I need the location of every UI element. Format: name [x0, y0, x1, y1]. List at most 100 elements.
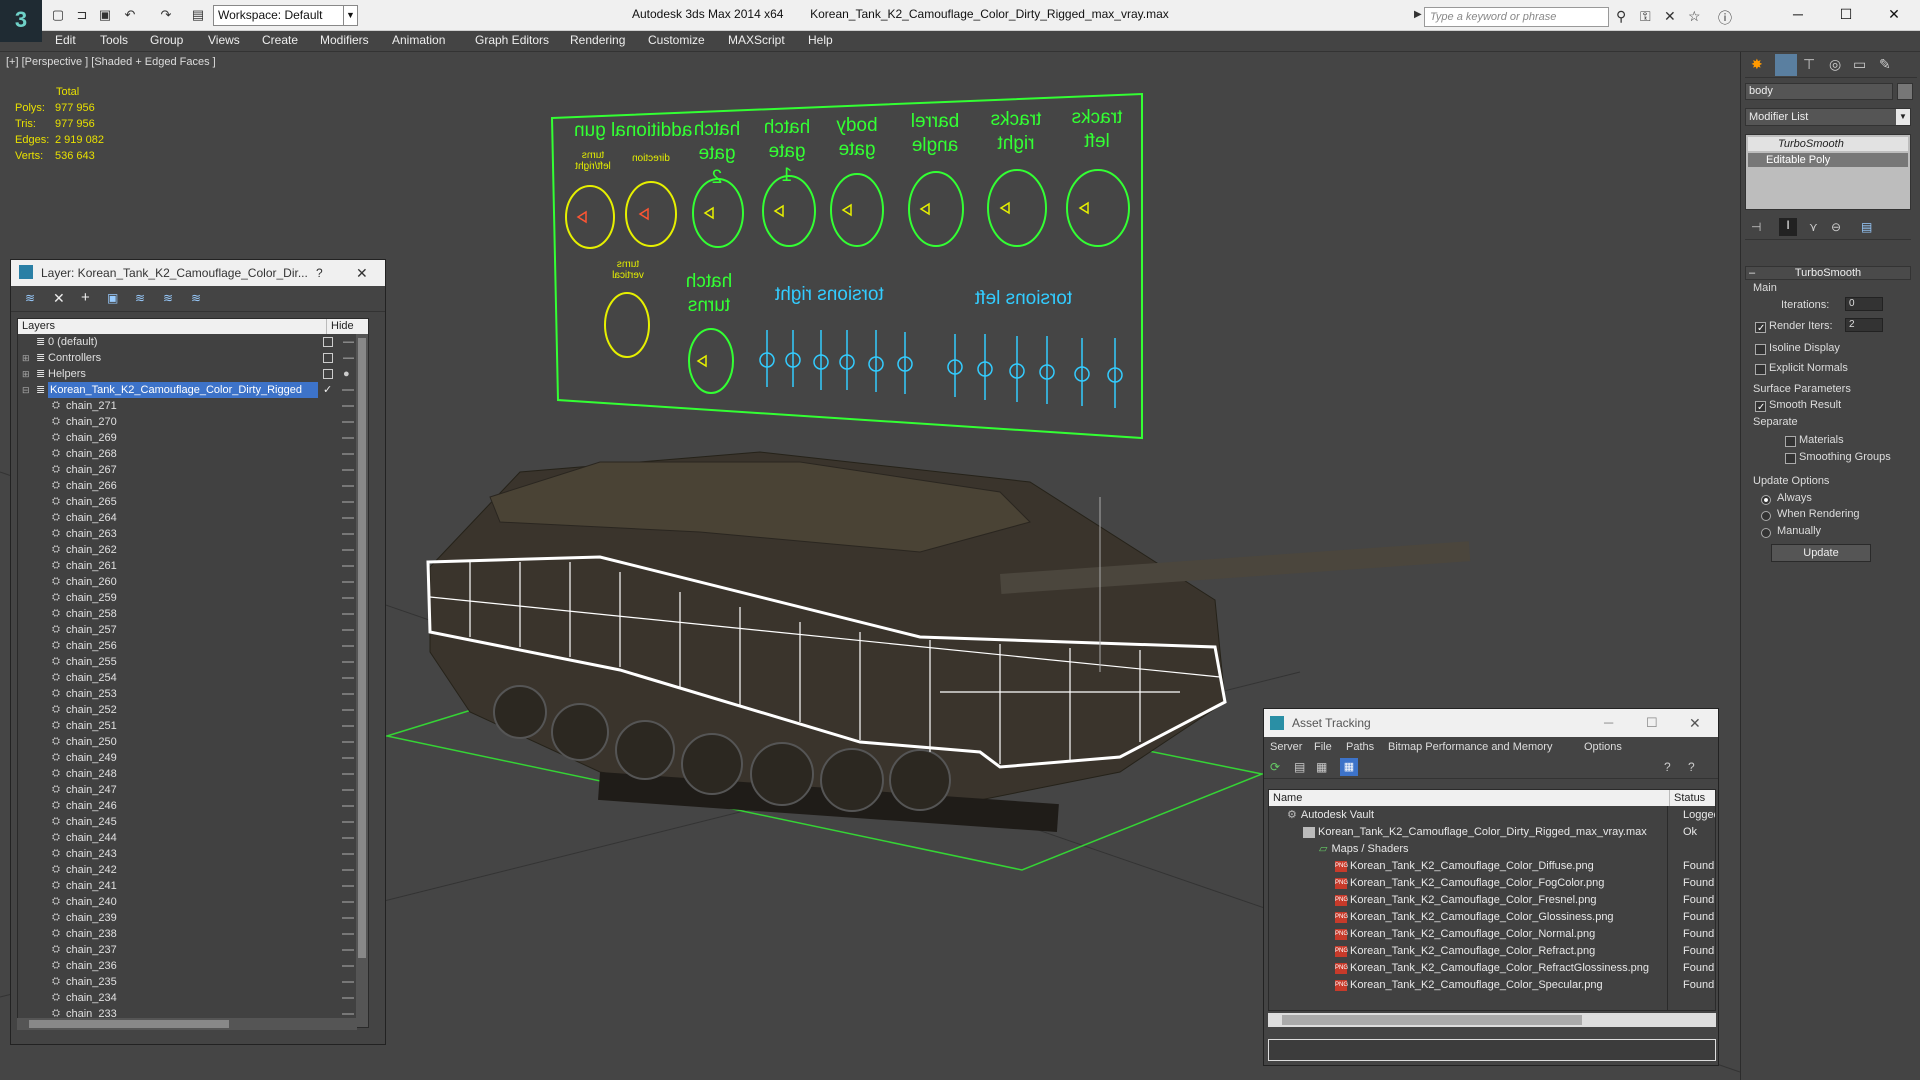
when-rendering-radio[interactable]	[1761, 508, 1771, 522]
active-check-icon[interactable]: ✓	[323, 382, 332, 398]
make-unique-icon[interactable]: ⋎	[1809, 220, 1818, 234]
layer-horizontal-scrollbar[interactable]	[17, 1018, 357, 1030]
asset-row-map[interactable]: PNG Korean_Tank_K2_Camouflage_Color_FogCo…	[1269, 875, 1715, 892]
hierarchy-tab-icon[interactable]: ⊤	[1803, 56, 1815, 73]
col-status-header[interactable]: Status	[1669, 790, 1705, 806]
menu-rendering[interactable]: Rendering	[570, 33, 625, 47]
layer-vertical-scrollbar[interactable]	[356, 334, 368, 1027]
asset-menu-bitmap-performance-and-memory[interactable]: Bitmap Performance and Memory	[1388, 737, 1552, 757]
layer-child-row[interactable]: ⛭ chain_267	[18, 462, 358, 478]
details-view-icon[interactable]: ▦	[1316, 760, 1327, 774]
asset-row-map[interactable]: PNG Korean_Tank_K2_Camouflage_Color_Refra…	[1269, 960, 1715, 977]
render-iters-checkbox[interactable]	[1755, 320, 1766, 334]
layer-child-row[interactable]: ⛭ chain_246	[18, 798, 358, 814]
col-name-header[interactable]: Name	[1273, 790, 1302, 806]
new-file-icon[interactable]: ▢	[50, 7, 66, 23]
hide-toggle-icon[interactable]	[342, 485, 354, 487]
layer-child-row[interactable]: ⛭ chain_259	[18, 590, 358, 606]
hide-toggle-icon[interactable]	[342, 405, 354, 407]
hide-toggle-icon[interactable]: ―	[343, 350, 354, 366]
manually-radio[interactable]	[1761, 525, 1771, 539]
layer-child-row[interactable]: ⛭ chain_240	[18, 894, 358, 910]
always-radio[interactable]	[1761, 492, 1771, 506]
menu-animation[interactable]: Animation	[392, 33, 445, 47]
layer-child-row[interactable]: ⛭ chain_236	[18, 958, 358, 974]
layer-child-row[interactable]: ⛭ chain_242	[18, 862, 358, 878]
menu-group[interactable]: Group	[150, 33, 183, 47]
object-color-swatch[interactable]	[1897, 83, 1913, 100]
asset-maximize-button[interactable]: ☐	[1646, 709, 1658, 737]
layer-child-row[interactable]: ⛭ chain_239	[18, 910, 358, 926]
object-name-field[interactable]: body	[1745, 83, 1893, 100]
hide-toggle-icon[interactable]	[342, 549, 354, 551]
hide-toggle-icon[interactable]	[342, 1013, 354, 1015]
project-folder-icon[interactable]: ▤	[190, 7, 206, 23]
create-tab-icon[interactable]: ✸	[1751, 56, 1763, 73]
layer-child-row[interactable]: ⛭ chain_260	[18, 574, 358, 590]
layer-child-row[interactable]: ⛭ chain_253	[18, 686, 358, 702]
asset-close-button[interactable]: ✕	[1689, 709, 1701, 737]
asset-row-map[interactable]: PNG Korean_Tank_K2_Camouflage_Color_Specu…	[1269, 977, 1715, 994]
hide-toggle-icon[interactable]	[342, 901, 354, 903]
hide-toggle-icon[interactable]	[342, 917, 354, 919]
hide-toggle-icon[interactable]	[342, 597, 354, 599]
asset-help2-icon[interactable]: ?	[1688, 760, 1695, 774]
asset-minimize-button[interactable]: ─	[1604, 709, 1613, 737]
utilities-tab-icon[interactable]: ✎	[1879, 56, 1891, 73]
open-file-icon[interactable]: ⊐	[74, 7, 90, 23]
key-icon[interactable]: ⚿	[1640, 8, 1651, 25]
layer-row[interactable]: ⊞ ≣ Helpers ●	[18, 366, 358, 382]
asset-menu-file[interactable]: File	[1314, 737, 1332, 757]
hide-toggle-icon[interactable]	[342, 789, 354, 791]
asset-row-file[interactable]: Korean_Tank_K2_Camouflage_Color_Dirty_Ri…	[1269, 824, 1715, 841]
add-layer-icon[interactable]: +	[81, 289, 90, 306]
layer-manager-titlebar[interactable]: Layer: Korean_Tank_K2_Camouflage_Color_D…	[11, 260, 385, 286]
layer-active-box[interactable]	[323, 353, 333, 363]
layer-row[interactable]: ⊞ ≣ Controllers ―	[18, 350, 358, 366]
expand-icon[interactable]: ⊞	[22, 366, 30, 382]
hide-toggle-icon[interactable]	[342, 757, 354, 759]
smooth-result-checkbox[interactable]	[1755, 399, 1766, 413]
search-input[interactable]: Type a keyword or phrase	[1424, 7, 1609, 27]
asset-path-field[interactable]	[1268, 1039, 1716, 1061]
smoothing-groups-checkbox[interactable]	[1785, 451, 1796, 465]
update-button[interactable]: Update	[1771, 544, 1871, 562]
hide-toggle-icon[interactable]	[342, 805, 354, 807]
hide-toggle-icon[interactable]	[342, 981, 354, 983]
hide-toggle-icon[interactable]	[342, 933, 354, 935]
layer-child-row[interactable]: ⛭ chain_255	[18, 654, 358, 670]
hide-toggle-icon[interactable]	[342, 997, 354, 999]
hide-toggle-icon[interactable]	[342, 949, 354, 951]
layer-child-row[interactable]: ⛭ chain_270	[18, 414, 358, 430]
workspace-dropdown[interactable]: Workspace: Default ▼	[213, 5, 358, 26]
explicit-normals-checkbox[interactable]	[1755, 362, 1766, 376]
menu-edit[interactable]: Edit	[55, 33, 76, 47]
menu-help[interactable]: Help	[808, 33, 833, 47]
hide-all-icon[interactable]: ≋	[191, 291, 201, 305]
layer-child-row[interactable]: ⛭ chain_245	[18, 814, 358, 830]
motion-tab-icon[interactable]: ◎	[1829, 56, 1841, 73]
undo-icon[interactable]: ↶	[122, 7, 138, 23]
isoline-checkbox[interactable]	[1755, 342, 1766, 356]
hide-toggle-icon[interactable]	[342, 661, 354, 663]
hide-toggle-icon[interactable]	[342, 885, 354, 887]
display-tab-icon[interactable]: ▭	[1853, 56, 1866, 73]
layer-child-row[interactable]: ⛭ chain_254	[18, 670, 358, 686]
hide-toggle-icon[interactable]	[342, 581, 354, 583]
hide-toggle-icon[interactable]	[342, 821, 354, 823]
layer-child-row[interactable]: ⛭ chain_264	[18, 510, 358, 526]
hide-toggle-icon[interactable]	[342, 389, 354, 391]
layer-child-row[interactable]: ⛭ chain_257	[18, 622, 358, 638]
save-file-icon[interactable]: ▣	[97, 7, 113, 23]
asset-horizontal-scrollbar[interactable]	[1268, 1013, 1716, 1027]
layer-help-button[interactable]: ?	[316, 260, 323, 286]
rollout-turbosmooth-header[interactable]: – TurboSmooth	[1745, 266, 1911, 280]
hide-toggle-icon[interactable]	[342, 741, 354, 743]
hide-toggle-icon[interactable]	[342, 677, 354, 679]
materials-checkbox[interactable]	[1785, 434, 1796, 448]
delete-layer-icon[interactable]: ✕	[53, 290, 65, 307]
hide-toggle-icon[interactable]	[342, 645, 354, 647]
hide-toggle-icon[interactable]: ●	[343, 366, 350, 382]
layer-active-box[interactable]	[323, 369, 333, 379]
asset-row-map[interactable]: PNG Korean_Tank_K2_Camouflage_Color_Fresn…	[1269, 892, 1715, 909]
